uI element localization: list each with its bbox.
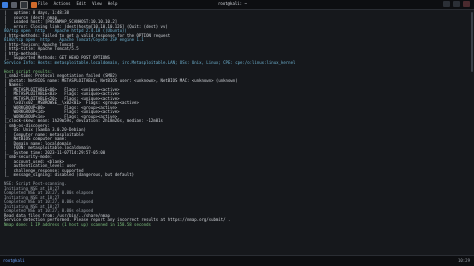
terminal-output[interactable]: | uptime: 0 days, 1:48:38 | source (dest)…	[0, 10, 474, 256]
menu-file[interactable]: File	[38, 1, 48, 7]
minimize-button[interactable]	[443, 1, 450, 7]
terminal-line: Nmap done: 1 IP address (1 host up) scan…	[4, 221, 151, 227]
menu-view[interactable]: View	[92, 1, 102, 7]
terminal-line: | nbstat: NetBIOS name: METASPLOITABLE, …	[4, 77, 238, 83]
window-title: root@kali: ~	[218, 1, 247, 6]
menu-actions[interactable]: Actions	[54, 1, 71, 7]
terminal-line: Service Info: Hosts: metasploitable.loca…	[4, 59, 296, 65]
kali-logo-icon[interactable]	[2, 2, 8, 8]
browser-icon[interactable]	[31, 2, 37, 8]
maximize-button[interactable]	[453, 1, 460, 7]
status-clock: 10:29	[457, 258, 470, 263]
window-titlebar: File Actions Edit View Help root@kali: ~	[0, 0, 474, 10]
close-button[interactable]	[463, 1, 470, 7]
menu-bar: File Actions Edit View Help	[38, 1, 117, 7]
titlebar-icons	[2, 1, 37, 9]
menu-help[interactable]: Help	[108, 1, 118, 7]
terminal-line: |_ message_signing: disabled (dangerous,…	[4, 172, 135, 177]
menu-edit[interactable]: Edit	[77, 1, 87, 7]
status-user: root@kali	[3, 258, 25, 263]
terminal-icon[interactable]	[20, 1, 28, 9]
terminal-scrollbar[interactable]	[471, 12, 473, 72]
files-icon[interactable]	[11, 2, 17, 8]
status-bar: root@kali 10:29	[0, 255, 474, 266]
window-controls	[443, 1, 470, 7]
